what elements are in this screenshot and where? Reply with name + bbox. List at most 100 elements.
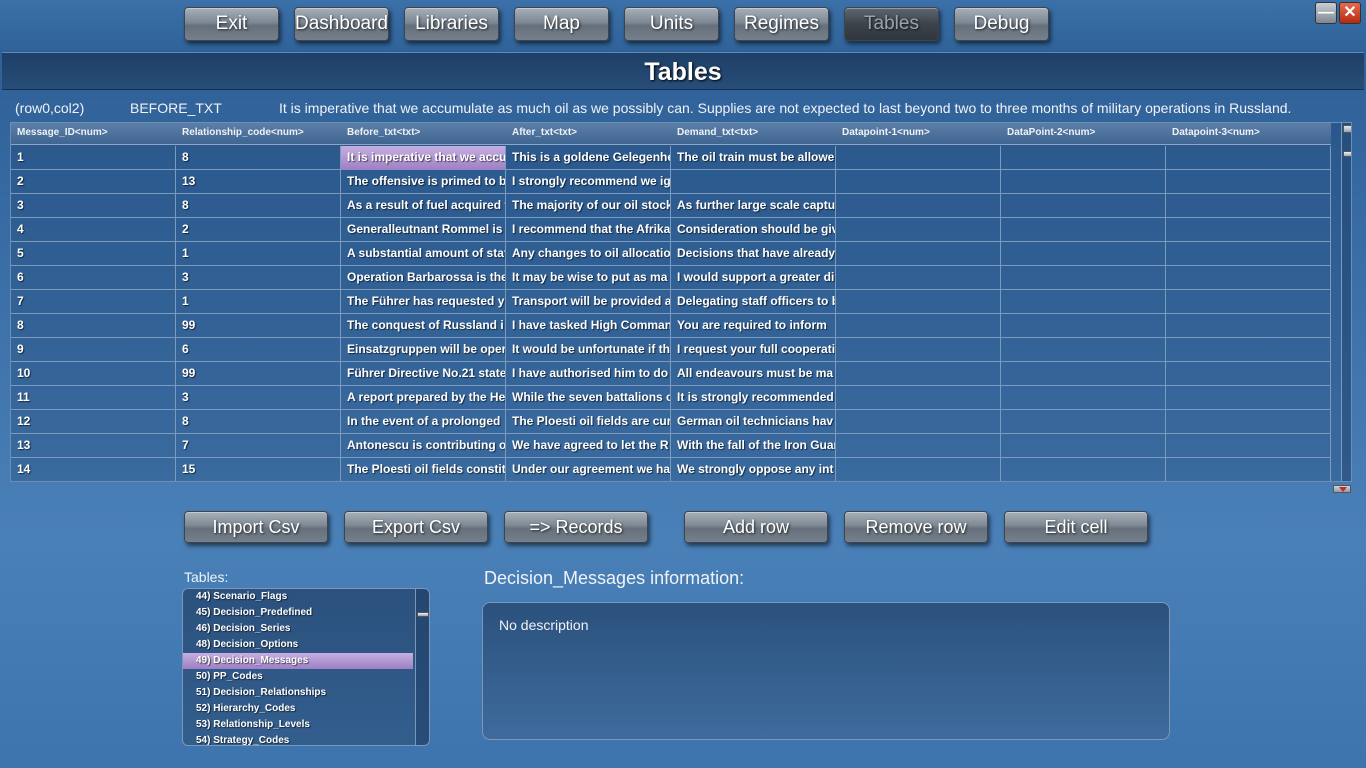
map-button[interactable]: Map — [514, 7, 609, 41]
tables-list-item[interactable]: 46) Decision_Series — [183, 621, 413, 637]
table-cell[interactable]: A substantial amount of staf — [341, 242, 506, 266]
table-cell[interactable]: I recommend that the Afrika — [506, 218, 671, 242]
table-cell[interactable]: I strongly recommend we ig — [506, 170, 671, 194]
table-cell[interactable]: All endeavours must be ma — [671, 362, 836, 386]
tables-list-item[interactable]: 45) Decision_Predefined — [183, 605, 413, 621]
table-cell[interactable]: 11 — [11, 386, 176, 410]
table-cell[interactable]: 8 — [176, 146, 341, 170]
table-cell[interactable]: Generalleutnant Rommel is — [341, 218, 506, 242]
table-cell[interactable] — [836, 362, 1001, 386]
tables-list-item[interactable]: 51) Decision_Relationships — [183, 685, 413, 701]
tables-list-item[interactable]: 44) Scenario_Flags — [183, 589, 413, 605]
libraries-button[interactable]: Libraries — [404, 7, 499, 41]
table-row[interactable]: 10 99 Führer Directive No.21 state I have a… — [11, 362, 1331, 386]
table-row[interactable]: 11 3 A report prepared by the He While the … — [11, 386, 1331, 410]
table-cell[interactable]: The oil train must be allowe — [671, 146, 836, 170]
table-cell[interactable] — [1001, 362, 1166, 386]
table-cell[interactable] — [1001, 146, 1166, 170]
remove-row-button[interactable]: Remove row — [844, 511, 988, 543]
column-header[interactable]: Message_ID<num> — [11, 123, 176, 145]
table-row[interactable]: 13 7 Antonescu is contributing oi We have a… — [11, 434, 1331, 458]
table-cell[interactable] — [1166, 218, 1331, 242]
table-cell[interactable]: In the event of a prolonged — [341, 410, 506, 434]
table-cell[interactable]: Einsatzgruppen will be oper — [341, 338, 506, 362]
table-cell[interactable] — [1166, 290, 1331, 314]
table-cell[interactable] — [836, 314, 1001, 338]
tables-list-scrollbar[interactable] — [415, 589, 429, 745]
table-cell[interactable]: While the seven battalions o — [506, 386, 671, 410]
table-cell[interactable] — [1166, 170, 1331, 194]
table-cell[interactable]: I have authorised him to do — [506, 362, 671, 386]
table-cell[interactable] — [1001, 242, 1166, 266]
dashboard-button[interactable]: Dashboard — [294, 7, 389, 41]
table-row[interactable]: 14 15 The Ploesti oil fields constit Under … — [11, 458, 1331, 481]
tables-list[interactable]: 44) Scenario_Flags 45) Decision_Predefine… — [182, 588, 430, 746]
table-cell[interactable]: 9 — [11, 338, 176, 362]
table-cell[interactable]: 13 — [11, 434, 176, 458]
table-cell[interactable]: 1 — [176, 242, 341, 266]
table-cell[interactable] — [1001, 266, 1166, 290]
scrollbar-thumb[interactable] — [417, 612, 429, 617]
table-cell[interactable]: German oil technicians hav — [671, 410, 836, 434]
table-cell[interactable]: 4 — [11, 218, 176, 242]
table-cell[interactable]: 10 — [11, 362, 176, 386]
table-cell[interactable]: I have tasked High Comman — [506, 314, 671, 338]
import-csv-button[interactable]: Import Csv — [184, 511, 328, 543]
table-row[interactable]: 7 1 The Führer has requested y Transport wi… — [11, 290, 1331, 314]
table-cell[interactable]: 13 — [176, 170, 341, 194]
table-cell[interactable] — [1001, 410, 1166, 434]
table-row[interactable]: 3 8 As a result of fuel acquired f The majo… — [11, 194, 1331, 218]
table-cell[interactable]: 7 — [176, 434, 341, 458]
table-cell[interactable]: 2 — [11, 170, 176, 194]
table-cell[interactable]: 99 — [176, 362, 341, 386]
table-cell[interactable]: 14 — [11, 458, 176, 481]
table-row[interactable]: 2 13 The offensive is primed to bI strongl… — [11, 170, 1331, 194]
debug-button[interactable]: Debug — [954, 7, 1049, 41]
table-cell[interactable]: 6 — [11, 266, 176, 290]
table-cell[interactable]: With the fall of the Iron Guar — [671, 434, 836, 458]
table-cell[interactable]: Consideration should be giv — [671, 218, 836, 242]
table-cell[interactable] — [1166, 314, 1331, 338]
table-cell[interactable]: It may be wise to put as ma — [506, 266, 671, 290]
edit-cell-button[interactable]: Edit cell — [1004, 511, 1148, 543]
table-cell[interactable]: The offensive is primed to b — [341, 170, 506, 194]
table-cell[interactable]: 6 — [176, 338, 341, 362]
column-header[interactable]: Datapoint-1<num> — [836, 123, 1001, 145]
scroll-down-icon[interactable] — [1333, 485, 1351, 493]
column-header[interactable]: DataPoint-2<num> — [1001, 123, 1166, 145]
table-cell[interactable]: 8 — [11, 314, 176, 338]
table-cell[interactable]: You are required to inform — [671, 314, 836, 338]
table-row[interactable]: 8 99 The conquest of Russland iI have task… — [11, 314, 1331, 338]
table-cell[interactable] — [1166, 194, 1331, 218]
tables-list-item[interactable]: 53) Relationship_Levels — [183, 717, 413, 733]
table-cell[interactable]: 12 — [11, 410, 176, 434]
table-cell[interactable] — [836, 218, 1001, 242]
column-header[interactable]: After_txt<txt> — [506, 123, 671, 145]
table-cell[interactable]: 15 — [176, 458, 341, 481]
add-row-button[interactable]: Add row — [684, 511, 828, 543]
table-cell[interactable]: 5 — [11, 242, 176, 266]
table-cell[interactable]: I would support a greater di — [671, 266, 836, 290]
table-cell[interactable]: 1 — [176, 290, 341, 314]
close-icon[interactable]: ✕ — [1339, 2, 1361, 24]
table-cell[interactable] — [1001, 338, 1166, 362]
table-cell[interactable]: 7 — [11, 290, 176, 314]
table-cell[interactable] — [1001, 314, 1166, 338]
table-cell[interactable] — [1166, 386, 1331, 410]
table-cell[interactable] — [836, 170, 1001, 194]
table-cell[interactable] — [1166, 410, 1331, 434]
table-cell[interactable] — [671, 170, 836, 194]
table-cell[interactable]: We have agreed to let the R — [506, 434, 671, 458]
table-cell[interactable] — [1166, 146, 1331, 170]
table-cell[interactable] — [836, 194, 1001, 218]
table-cell[interactable] — [1001, 170, 1166, 194]
table-cell[interactable] — [836, 146, 1001, 170]
table-cell[interactable]: I request your full cooperati — [671, 338, 836, 362]
table-cell[interactable]: 2 — [176, 218, 341, 242]
table-cell[interactable]: Antonescu is contributing oi — [341, 434, 506, 458]
table-cell[interactable] — [1166, 458, 1331, 481]
table-cell[interactable] — [1001, 458, 1166, 481]
tables-list-item[interactable]: 50) PP_Codes — [183, 669, 413, 685]
table-cell[interactable] — [836, 242, 1001, 266]
table-cell[interactable] — [1166, 338, 1331, 362]
